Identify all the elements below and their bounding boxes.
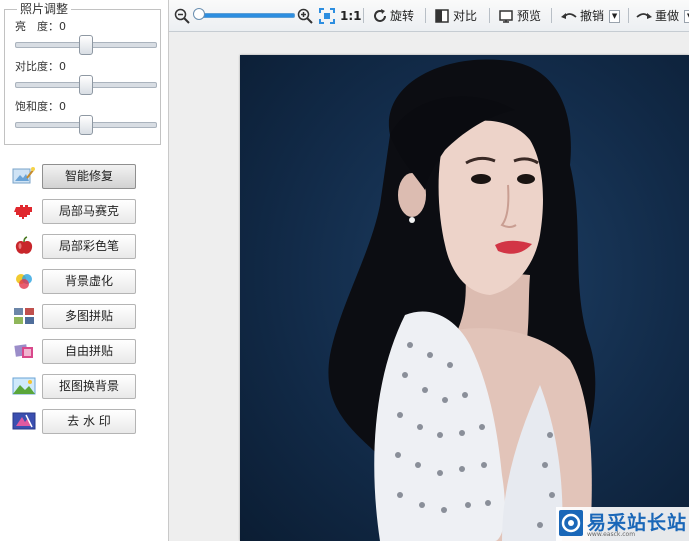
site-watermark: 易采站长站 www.easck.com [556, 507, 689, 541]
tool-remove-watermark: 去 水 印 [12, 407, 136, 435]
actual-size-label: 1:1 [340, 9, 362, 23]
cutout-background-button[interactable]: 抠图换背景 [42, 374, 136, 399]
smart-repair-button[interactable]: 智能修复 [42, 164, 136, 189]
tool-mosaic: 局部马赛克 [12, 197, 136, 225]
compare-label: 对比 [453, 9, 478, 23]
watermark-logo-icon [559, 510, 583, 536]
contrast-row: 对比度：0 [15, 60, 157, 95]
preview-label: 预览 [517, 9, 542, 23]
photo-adjust-title: 照片调整 [17, 2, 72, 16]
preview-icon [499, 10, 513, 23]
saturation-value: 0 [59, 100, 66, 113]
undo-label: 撤销 [580, 9, 605, 23]
color-blur-icon [16, 274, 32, 289]
saturation-row: 饱和度：0 [15, 100, 157, 135]
landscape-icon [12, 377, 36, 395]
preview-button[interactable]: 预览 [498, 7, 541, 25]
apple-icon [15, 236, 33, 254]
toolbar-divider [489, 8, 490, 23]
photo-adjust-group: 照片调整 亮 度：0 对比度：0 饱和度：0 [4, 2, 161, 145]
brightness-slider[interactable] [15, 35, 157, 55]
contrast-slider-thumb[interactable] [79, 75, 93, 95]
tool-background-blur: 背景虚化 [12, 267, 136, 295]
undo-button[interactable]: 撤销 ▼ [560, 7, 621, 25]
remove-watermark-button[interactable]: 去 水 印 [42, 409, 136, 434]
redo-button[interactable]: 重做 ▼ [635, 7, 689, 25]
background-blur-button[interactable]: 背景虚化 [42, 269, 136, 294]
contrast-value: 0 [59, 60, 66, 73]
saturation-slider[interactable] [15, 115, 157, 135]
zoom-slider-thumb[interactable] [193, 8, 205, 20]
redo-icon [636, 13, 652, 19]
mosaic-button[interactable]: 局部马赛克 [42, 199, 136, 224]
free-collage-button[interactable]: 自由拼贴 [42, 339, 136, 364]
zoom-slider[interactable] [197, 13, 295, 18]
undo-icon [561, 13, 577, 19]
brightness-row: 亮 度：0 [15, 20, 157, 55]
magic-wand-icon [12, 167, 35, 184]
brightness-slider-thumb[interactable] [79, 35, 93, 55]
zoom-out-icon[interactable] [174, 8, 190, 24]
photo-canvas[interactable] [240, 55, 689, 541]
contrast-label: 对比度： [15, 60, 59, 73]
color-pen-button[interactable]: 局部彩色笔 [42, 234, 136, 259]
compare-button[interactable]: 对比 [434, 7, 477, 25]
watermark-subtext: www.easck.com [587, 531, 636, 538]
contrast-slider[interactable] [15, 75, 157, 95]
mosaic-heart-icon [14, 205, 32, 219]
left-panel: 照片调整 亮 度：0 对比度：0 饱和度：0 智能修复 局部马赛克 局部彩色笔 … [0, 0, 169, 541]
tool-color-pen: 局部彩色笔 [12, 232, 136, 260]
collage-icon [14, 308, 34, 324]
toolbar: 1:1 旋转 对比 预览 撤销 ▼ 重做 [169, 0, 689, 32]
fit-window-icon[interactable] [319, 8, 335, 24]
multi-collage-button[interactable]: 多图拼贴 [42, 304, 136, 329]
rotate-label: 旋转 [390, 9, 415, 23]
compare-icon [435, 9, 449, 23]
actual-size-button[interactable]: 1:1 [340, 7, 362, 25]
toolbar-divider [628, 8, 629, 23]
undo-dropdown-chevron-down-icon[interactable]: ▼ [609, 9, 621, 23]
tool-smart-repair: 智能修复 [12, 162, 136, 190]
saturation-slider-thumb[interactable] [79, 115, 93, 135]
brightness-label: 亮 度： [15, 20, 59, 33]
redo-dropdown-chevron-down-icon[interactable]: ▼ [684, 9, 689, 23]
tool-free-collage: 自由拼贴 [12, 337, 136, 365]
saturation-label: 饱和度： [15, 100, 59, 113]
tool-multi-collage: 多图拼贴 [12, 302, 136, 330]
toolbar-divider [363, 8, 364, 23]
portrait-photo [328, 59, 596, 541]
toolbar-divider [551, 8, 552, 23]
rotate-button[interactable]: 旋转 [372, 7, 414, 25]
canvas-area [169, 32, 689, 541]
brightness-value: 0 [59, 20, 66, 33]
tool-cutout: 抠图换背景 [12, 372, 136, 400]
watermark-remove-icon [12, 412, 36, 430]
rotate-icon [374, 9, 386, 22]
free-collage-icon [14, 344, 33, 358]
redo-label: 重做 [655, 9, 680, 23]
zoom-in-icon[interactable] [297, 8, 313, 24]
toolbar-divider [425, 8, 426, 23]
